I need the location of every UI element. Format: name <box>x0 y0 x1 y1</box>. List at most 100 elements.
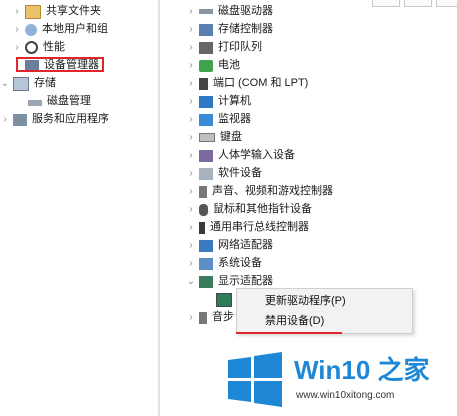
chevron-down-icon[interactable]: ⌄ <box>186 276 196 287</box>
display-adapter-device[interactable] <box>216 291 237 308</box>
device-category-sound[interactable]: › 声音、视频和游戏控制器 <box>186 183 333 200</box>
chevron-right-icon[interactable]: › <box>186 114 196 125</box>
tree-item-label: 服务和应用程序 <box>32 113 109 125</box>
device-manager-highlight <box>16 57 104 72</box>
chevron-right-icon[interactable]: › <box>186 312 196 323</box>
device-category-computer[interactable]: › 计算机 <box>186 93 251 110</box>
device-category-software-devices[interactable]: › 软件设备 <box>186 165 262 182</box>
tree-item-shared-folders[interactable]: › 共享文件夹 <box>12 3 101 20</box>
device-category-label: 键盘 <box>220 131 242 143</box>
chevron-right-icon[interactable]: › <box>186 186 196 197</box>
toolbar-button-c[interactable] <box>436 0 457 7</box>
monitor-icon <box>199 113 213 126</box>
mouse-icon <box>199 203 208 216</box>
toolbar-button-a[interactable] <box>372 0 400 7</box>
toolbar-button-b[interactable] <box>404 0 432 7</box>
storage-icon <box>13 76 29 91</box>
audio-icon <box>199 311 207 324</box>
chevron-right-icon[interactable]: › <box>186 24 196 35</box>
chevron-right-icon[interactable]: › <box>186 6 196 17</box>
chevron-right-icon[interactable]: › <box>186 168 196 179</box>
print-queue-icon <box>199 41 213 54</box>
display-adapter-icon <box>199 275 213 288</box>
device-category-batteries[interactable]: › 电池 <box>186 57 240 74</box>
system-device-icon <box>199 257 213 270</box>
disable-device-highlight <box>236 332 342 334</box>
chevron-right-icon[interactable]: › <box>186 60 196 71</box>
context-menu: 更新驱动程序(P) 禁用设备(D) <box>236 288 413 334</box>
sound-icon <box>199 185 207 198</box>
device-category-label: 网络适配器 <box>218 239 273 251</box>
port-icon <box>199 77 208 90</box>
watermark-url: www.win10xitong.com <box>296 390 395 401</box>
hid-icon <box>199 149 213 162</box>
device-category-label: 计算机 <box>218 95 251 107</box>
device-category-label: 打印队列 <box>218 41 262 53</box>
chevron-right-icon[interactable]: › <box>186 78 196 89</box>
tree-item-storage[interactable]: ⌄ 存储 <box>0 75 56 92</box>
device-category-audio-partial[interactable]: › 音步 <box>186 309 234 326</box>
device-category-label: 人体学输入设备 <box>218 149 295 161</box>
watermark-title: Win10 之家 <box>294 355 430 385</box>
device-category-network-adapters[interactable]: › 网络适配器 <box>186 237 273 254</box>
chevron-right-icon[interactable]: › <box>186 150 196 161</box>
device-category-label: 系统设备 <box>218 257 262 269</box>
device-category-label: 鼠标和其他指针设备 <box>213 203 312 215</box>
chevron-right-icon[interactable]: › <box>186 204 196 215</box>
chevron-right-icon[interactable]: › <box>12 24 22 35</box>
chevron-right-icon[interactable]: › <box>0 114 10 125</box>
device-category-label: 软件设备 <box>218 167 262 179</box>
device-category-label: 端口 (COM 和 LPT) <box>213 77 309 89</box>
device-category-mice[interactable]: › 鼠标和其他指针设备 <box>186 201 312 218</box>
menu-item-disable-device[interactable]: 禁用设备(D) <box>265 312 324 330</box>
device-category-keyboards[interactable]: › 键盘 <box>186 129 242 146</box>
storage-controller-icon <box>199 23 213 36</box>
disk-drive-icon <box>199 9 213 14</box>
performance-icon <box>25 41 38 54</box>
tree-item-performance[interactable]: › 性能 <box>12 39 65 56</box>
windows-logo-icon <box>228 352 282 407</box>
usb-icon <box>199 221 205 234</box>
chevron-right-icon[interactable]: › <box>12 6 22 17</box>
device-category-print-queues[interactable]: › 打印队列 <box>186 39 262 56</box>
chevron-right-icon[interactable]: › <box>186 96 196 107</box>
device-category-ports[interactable]: › 端口 (COM 和 LPT) <box>186 75 308 92</box>
computer-icon <box>199 95 213 108</box>
chevron-right-icon[interactable]: › <box>12 42 22 53</box>
tree-item-local-users[interactable]: › 本地用户和组 <box>12 21 108 38</box>
chevron-right-icon[interactable]: › <box>186 42 196 53</box>
chevron-right-icon[interactable]: › <box>186 132 196 143</box>
menu-item-update-driver[interactable]: 更新驱动程序(P) <box>265 292 346 310</box>
tree-item-label: 性能 <box>43 41 65 53</box>
gpu-icon <box>216 292 232 307</box>
chevron-down-icon[interactable]: ⌄ <box>0 78 10 89</box>
device-category-storage-controllers[interactable]: › 存储控制器 <box>186 21 273 38</box>
tree-item-services[interactable]: › 服务和应用程序 <box>0 111 109 128</box>
tree-item-label: 共享文件夹 <box>46 5 101 17</box>
users-icon <box>25 23 37 36</box>
device-category-label: 监视器 <box>218 113 251 125</box>
device-category-monitors[interactable]: › 监视器 <box>186 111 251 128</box>
device-category-hid[interactable]: › 人体学输入设备 <box>186 147 295 164</box>
tree-item-disk-management[interactable]: 磁盘管理 <box>28 93 91 110</box>
device-category-label: 声音、视频和游戏控制器 <box>212 185 333 197</box>
console-tree: › 共享文件夹 › 本地用户和组 › 性能 设备管理器 ⌄ 存储 磁盘管理 › … <box>0 0 158 416</box>
watermark: Win10 之家 www.win10xitong.com <box>226 344 457 416</box>
chevron-right-icon[interactable]: › <box>186 240 196 251</box>
device-category-label: 电池 <box>218 59 240 71</box>
device-category-label: 音步 <box>212 311 234 323</box>
device-category-system-devices[interactable]: › 系统设备 <box>186 255 262 272</box>
pane-splitter[interactable] <box>158 0 160 416</box>
device-category-disk-drives[interactable]: › 磁盘驱动器 <box>186 3 273 20</box>
disk-management-icon <box>28 100 42 106</box>
chevron-right-icon[interactable]: › <box>186 222 196 233</box>
device-category-usb[interactable]: › 通用串行总线控制器 <box>186 219 309 236</box>
device-category-label: 磁盘驱动器 <box>218 5 273 17</box>
tree-item-label: 存储 <box>34 77 56 89</box>
services-icon <box>13 113 27 126</box>
tree-item-label: 本地用户和组 <box>42 23 108 35</box>
chevron-right-icon[interactable]: › <box>186 258 196 269</box>
shared-folder-icon <box>25 4 41 19</box>
device-category-label: 通用串行总线控制器 <box>210 221 309 233</box>
software-device-icon <box>199 167 213 180</box>
